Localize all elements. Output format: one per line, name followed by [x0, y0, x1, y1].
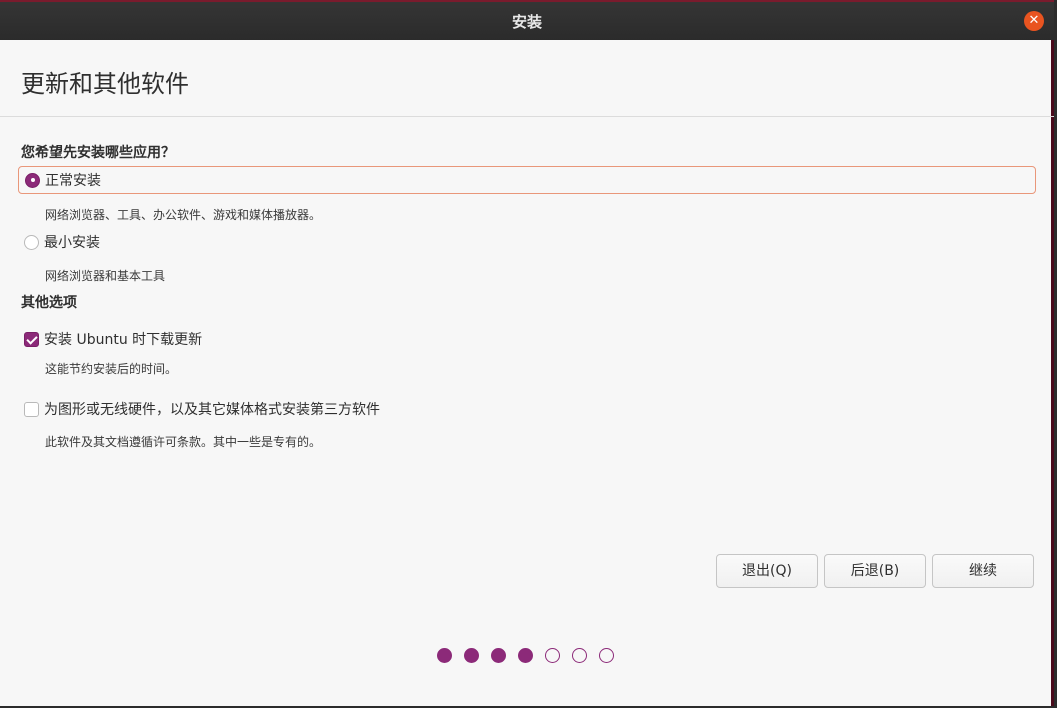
- progress-dot-complete: [491, 648, 506, 663]
- download-updates-description: 这能节约安装后的时间。: [45, 362, 178, 376]
- page-title: 更新和其他软件: [21, 70, 189, 98]
- third-party-software-checkbox[interactable]: 为图形或无线硬件，以及其它媒体格式安装第三方软件: [24, 399, 380, 419]
- normal-install-radio[interactable]: 正常安装: [18, 166, 1036, 194]
- installer-window: 安装 ✕ 更新和其他软件 您希望先安装哪些应用？ 正常安装 网络浏览器、工具、办…: [0, 0, 1054, 706]
- download-updates-checkbox[interactable]: 安装 Ubuntu 时下载更新: [24, 329, 202, 349]
- download-updates-label: 安装 Ubuntu 时下载更新: [44, 332, 203, 348]
- radio-checked-icon: [25, 172, 40, 188]
- quit-button[interactable]: 退出(Q): [716, 554, 818, 588]
- page-header: 更新和其他软件: [0, 40, 1054, 117]
- back-button[interactable]: 后退(B): [824, 554, 926, 588]
- progress-dot-complete: [518, 648, 533, 663]
- third-party-software-label: 为图形或无线硬件，以及其它媒体格式安装第三方软件: [44, 402, 380, 418]
- install-type-question: 您希望先安装哪些应用？: [21, 145, 175, 161]
- continue-button[interactable]: 继续: [932, 554, 1034, 588]
- other-options-title: 其他选项: [21, 295, 77, 311]
- checkbox-checked-icon: [24, 331, 39, 347]
- progress-dot-complete: [464, 648, 479, 663]
- title-bar: 安装 ✕: [0, 0, 1054, 40]
- progress-dot-pending: [572, 648, 587, 663]
- radio-unchecked-icon: [24, 234, 39, 250]
- checkbox-unchecked-icon: [24, 401, 39, 417]
- window-title: 安装: [511, 13, 542, 31]
- third-party-software-description: 此软件及其文档遵循许可条款。其中一些是专有的。: [45, 435, 322, 449]
- normal-install-label: 正常安装: [45, 173, 101, 189]
- progress-dots: [437, 648, 626, 663]
- normal-install-description: 网络浏览器、工具、办公软件、游戏和媒体播放器。: [45, 208, 322, 222]
- minimal-install-label: 最小安装: [44, 235, 100, 251]
- close-icon[interactable]: ✕: [1024, 11, 1044, 31]
- minimal-install-description: 网络浏览器和基本工具: [45, 269, 166, 283]
- minimal-install-radio[interactable]: 最小安装: [18, 228, 100, 256]
- progress-dot-complete: [437, 648, 452, 663]
- progress-dot-pending: [545, 648, 560, 663]
- progress-dot-pending: [599, 648, 614, 663]
